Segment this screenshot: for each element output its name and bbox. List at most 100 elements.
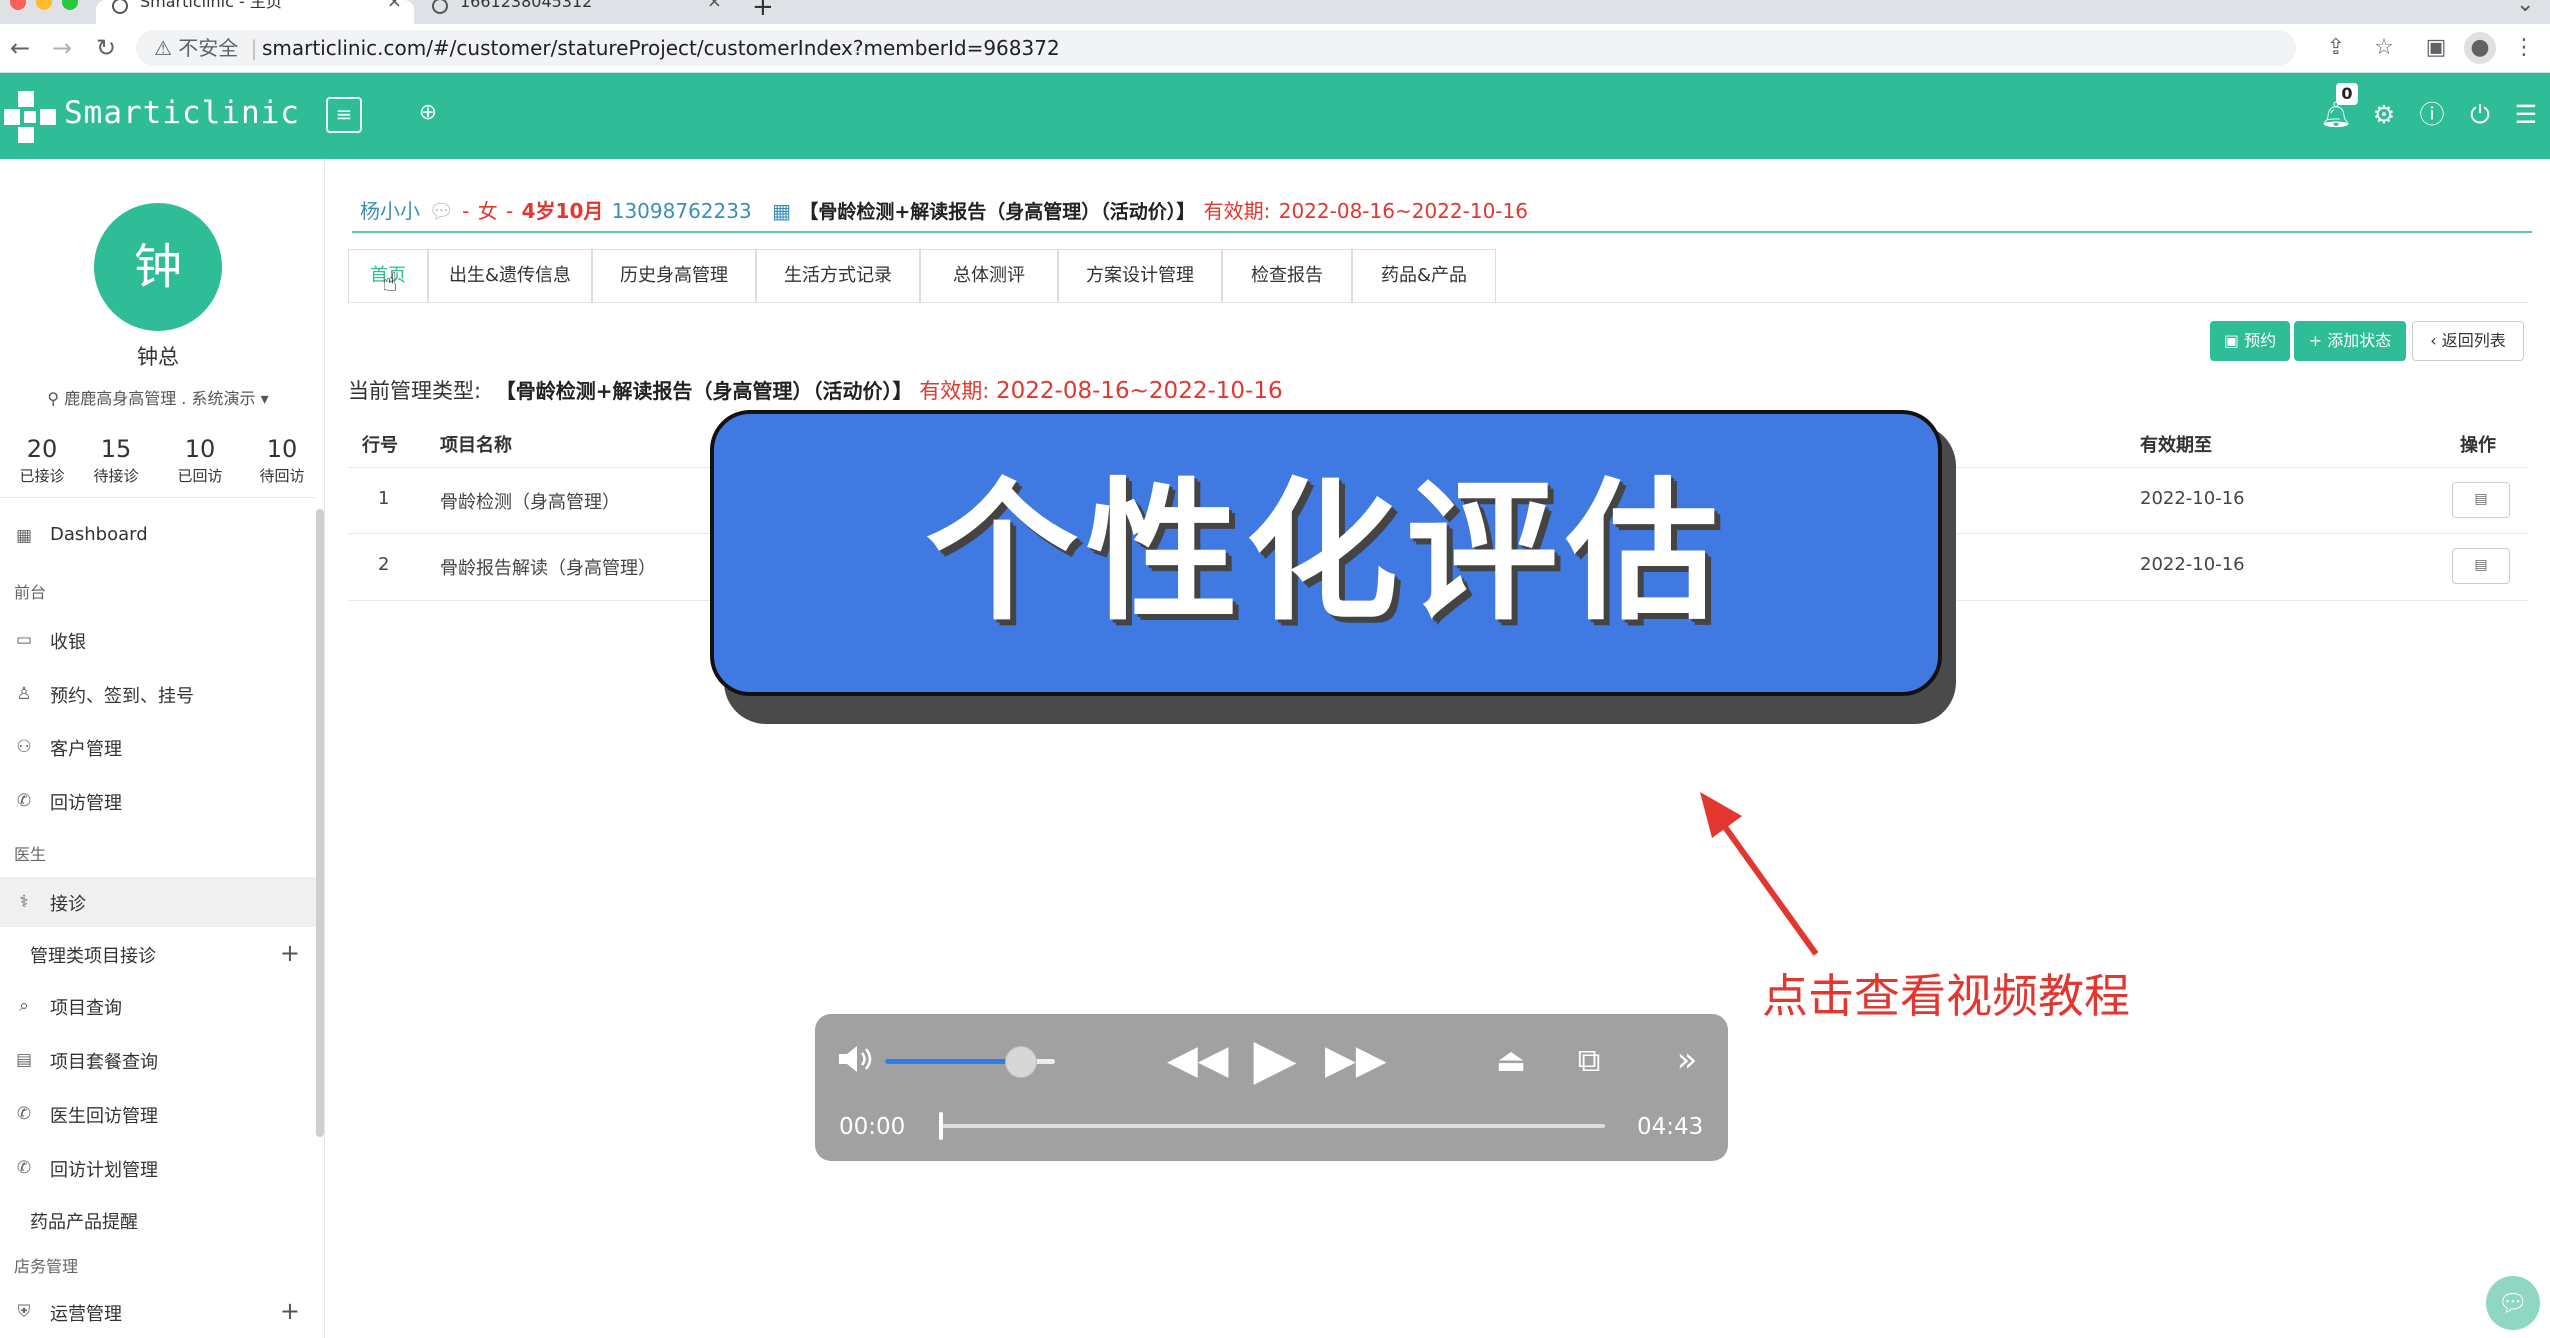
sidebar-item-cashier[interactable]: ▭ 收银 [0, 615, 316, 665]
help-icon[interactable]: ⓘ [2416, 99, 2448, 131]
phone-icon: ✆ [16, 1158, 32, 1178]
menu-toggle-icon[interactable]: ≡ [326, 97, 362, 133]
url-text[interactable]: smarticlinic.com/#/customer/statureProje… [262, 30, 1060, 66]
volume-slider-handle[interactable] [1005, 1046, 1037, 1078]
address-bar[interactable]: ⚠ 不安全 | smarticlinic.com/#/customer/stat… [136, 30, 2296, 66]
stat-label: 已接诊 [19, 467, 65, 485]
share-icon[interactable]: ⇪ [2320, 32, 2352, 64]
forward-arrow-icon[interactable]: → [46, 32, 78, 64]
current-type-label: 当前管理类型: [348, 379, 482, 403]
stat-label: 已回访 [177, 467, 223, 485]
calendar-icon[interactable]: ▤ [2452, 548, 2510, 584]
clinic-logo-icon [4, 91, 56, 143]
globe-icon [432, 0, 448, 14]
tab-assessment[interactable]: 总体测评 [920, 249, 1058, 303]
location-pin-icon: ⚲ [47, 389, 60, 408]
stat-received[interactable]: 20 已接诊 [0, 435, 84, 486]
browser-tab-active[interactable]: Smarticlinic - 主页 × [96, 0, 414, 24]
minimize-window-icon[interactable] [36, 0, 52, 10]
security-indicator[interactable]: ⚠ 不安全 | [154, 30, 257, 66]
add-status-button[interactable]: + 添加状态 [2294, 321, 2406, 361]
tab-plan-design[interactable]: 方案设计管理 [1058, 249, 1222, 303]
tab-search-icon[interactable]: ⌄ [2516, 0, 2534, 17]
separator: - [462, 199, 476, 223]
new-tab-button[interactable]: + [752, 0, 774, 22]
sidebar-item-label: Dashboard [50, 524, 148, 545]
progress-handle[interactable] [939, 1112, 943, 1140]
current-type: 当前管理类型: 【骨龄检测+解读报告（身高管理）（活动价）】 有效期: 2022… [348, 375, 1283, 405]
back-to-list-button[interactable]: ‹ 返回列表 [2412, 321, 2524, 361]
sidebar-item-package-query[interactable]: ▤ 项目套餐查询 [0, 1035, 316, 1085]
cell-no: 2 [378, 554, 390, 575]
org-switcher[interactable]: ⚲ 鹿鹿高身高管理 . 系统演示 ▾ [0, 385, 316, 409]
mouse-cursor-icon: ☝ [382, 268, 398, 298]
profile-icon[interactable]: ● [2464, 32, 2496, 64]
picture-in-picture-icon[interactable]: ⧉ [1567, 1040, 1611, 1080]
video-tutorial-hint[interactable]: 点击查看视频教程 [1762, 960, 2130, 1026]
calendar-icon[interactable]: ▤ [2452, 482, 2510, 518]
collapse-menu-icon[interactable]: ☰ [2510, 99, 2542, 131]
airplay-icon[interactable]: ⏏ [1491, 1040, 1531, 1080]
gear-icon[interactable]: ⚙ [2368, 99, 2400, 131]
sidebar-item-followup-plan[interactable]: ✆ 回访计划管理 [0, 1143, 316, 1193]
document-search-icon: ▤ [15, 1050, 33, 1070]
sidebar-item-drug-reminder[interactable]: 药品产品提醒 [0, 1195, 316, 1245]
plus-icon: + [279, 1297, 300, 1325]
close-window-icon[interactable] [10, 0, 26, 10]
tab-birth-genetics[interactable]: 出生&遗传信息 [428, 249, 592, 303]
customer-phone: 13098762233 [611, 199, 752, 223]
sidebar-item-label: 运营管理 [50, 1304, 122, 1325]
sidebar-item-appointments[interactable]: ♙ 预约、签到、挂号 [0, 669, 316, 719]
bookmark-star-icon[interactable]: ☆ [2368, 32, 2400, 64]
qrcode-icon[interactable]: ▦ [772, 199, 791, 223]
sidebar-item-doctor-followup[interactable]: ✆ 医生回访管理 [0, 1089, 316, 1139]
cell-name: 骨龄检测（身高管理） [440, 492, 620, 513]
sidebar-item-followups[interactable]: ✆ 回访管理 [0, 776, 316, 826]
sidebar-item-label: 药品产品提醒 [30, 1212, 138, 1233]
tab-drugs-products[interactable]: 药品&产品 [1352, 249, 1496, 303]
sidebar-item-operations[interactable]: ⛨ 运营管理 + [0, 1287, 316, 1337]
stat-to-follow[interactable]: 10 待回访 [240, 435, 324, 486]
progress-track[interactable] [941, 1124, 1605, 1128]
sidebar: 钟 钟总 ⚲ 鹿鹿高身高管理 . 系统演示 ▾ 20 已接诊 15 待接诊 10… [0, 159, 325, 1338]
avatar[interactable]: 钟 [94, 203, 222, 331]
close-tab-icon[interactable]: × [387, 0, 402, 11]
customer-name[interactable]: 杨小小 [360, 199, 420, 223]
stat-waiting[interactable]: 15 待接诊 [74, 435, 158, 486]
globe-icon[interactable]: ⊕ [414, 99, 442, 127]
valid-label: 有效期: [919, 379, 990, 403]
sidebar-item-customers[interactable]: ⚇ 客户管理 [0, 722, 316, 772]
reload-icon[interactable]: ↻ [90, 32, 122, 64]
tab-lifestyle[interactable]: 生活方式记录 [756, 249, 920, 303]
kebab-menu-icon[interactable]: ⋮ [2508, 32, 2540, 64]
volume-fill [885, 1059, 1021, 1064]
search-icon: ⌕ [19, 996, 29, 1016]
notification-badge: 0 [2336, 83, 2358, 105]
divider [348, 302, 2528, 303]
back-arrow-icon[interactable]: ← [4, 32, 36, 64]
fast-forward-icon[interactable]: ▶▶ [1325, 1040, 1387, 1080]
sidebar-item-project-query[interactable]: ⌕ 项目查询 [0, 981, 316, 1031]
tab-reports[interactable]: 检查报告 [1222, 249, 1352, 303]
tab-height-history[interactable]: 历史身高管理 [592, 249, 756, 303]
sidebar-item-consult[interactable]: ⚕ 接诊 [0, 877, 316, 927]
cell-valid-to: 2022-10-16 [2140, 554, 2245, 575]
book-button[interactable]: ▣ 预约 [2210, 321, 2290, 361]
volume-icon[interactable] [837, 1042, 875, 1076]
power-icon[interactable]: ⏻ [2464, 99, 2496, 131]
rewind-icon[interactable]: ◀◀ [1167, 1040, 1229, 1080]
play-icon[interactable]: ▶ [1245, 1030, 1305, 1090]
browser-tab[interactable]: 1661238045312 × [416, 0, 734, 24]
sidebar-panel-icon[interactable]: ▣ [2420, 32, 2452, 64]
more-options-icon[interactable]: » [1667, 1040, 1707, 1080]
chat-icon[interactable]: 💬︎ [428, 199, 453, 223]
stat-value: 10 [184, 435, 216, 463]
close-tab-icon[interactable]: × [707, 0, 722, 11]
maximize-window-icon[interactable] [62, 0, 78, 10]
chat-bubble-icon[interactable]: 💬︎ [2486, 1276, 2540, 1330]
stat-value: 15 [100, 435, 132, 463]
sidebar-item-dashboard[interactable]: ▦ Dashboard [0, 511, 316, 561]
stat-followed[interactable]: 10 已回访 [158, 435, 242, 486]
sidebar-scrollbar[interactable] [316, 509, 324, 1137]
sidebar-item-managed-consult[interactable]: 管理类项目接诊 + [0, 929, 316, 979]
